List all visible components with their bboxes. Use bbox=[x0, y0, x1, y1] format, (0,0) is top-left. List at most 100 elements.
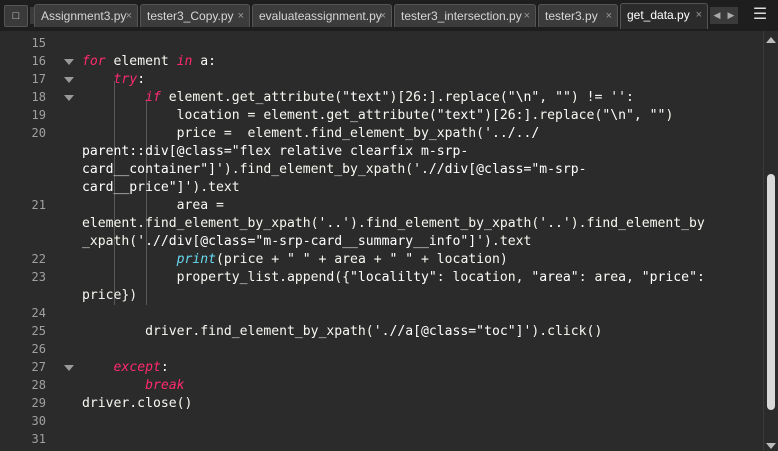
code-editor[interactable]: 15 16 17 18 19 20 21 22 23 24 25 26 27 2… bbox=[0, 31, 778, 451]
code-text: , bbox=[539, 90, 556, 105]
code-text: : bbox=[137, 72, 146, 87]
code-text: + area + bbox=[310, 252, 390, 267]
keyword: for bbox=[82, 54, 106, 69]
code-text: property_list.append({ bbox=[176, 270, 351, 285]
tab-tester3-copy[interactable]: tester3_Copy.py × bbox=[140, 4, 250, 27]
code-text: element bbox=[105, 54, 177, 69]
code-text: : location, bbox=[436, 270, 532, 285]
keyword: except bbox=[113, 360, 161, 375]
builtin-function: print bbox=[176, 252, 217, 267]
code-line: if element.get_attribute("text")[26:].re… bbox=[82, 89, 634, 107]
close-icon[interactable]: × bbox=[606, 5, 612, 27]
string-literal: './/div[@class="m-srp- bbox=[413, 162, 587, 177]
string-literal: "area" bbox=[531, 270, 579, 285]
code-text: area = bbox=[176, 198, 224, 213]
code-line: try: bbox=[82, 71, 146, 89]
code-line: location = element.get_attribute("text")… bbox=[82, 107, 674, 125]
code-text: )[26:].replace( bbox=[389, 90, 508, 105]
code-line: price = element.find_element_by_xpath('.… bbox=[82, 125, 540, 143]
tab-assignment3[interactable]: Assignment3.py × bbox=[34, 4, 138, 27]
code-text: ) != '': bbox=[570, 90, 634, 105]
close-icon[interactable]: × bbox=[380, 5, 386, 27]
close-icon[interactable]: × bbox=[126, 5, 132, 27]
tab-tester3-intersection[interactable]: tester3_intersection.py × bbox=[394, 4, 536, 27]
code-text: element.get_attribute( bbox=[160, 90, 343, 105]
code-line: except: bbox=[82, 359, 169, 377]
code-text: , bbox=[633, 108, 650, 123]
string-literal: card__container"]' bbox=[82, 162, 224, 177]
string-literal: "" bbox=[649, 108, 666, 123]
code-line: for element in a: bbox=[82, 53, 216, 71]
code-text: ).text bbox=[484, 234, 532, 249]
window-icon[interactable]: □ bbox=[4, 5, 28, 27]
scroll-up-arrow-icon[interactable] bbox=[766, 37, 776, 43]
tab-tester3[interactable]: tester3.py × bbox=[538, 4, 618, 27]
string-literal: "text" bbox=[342, 90, 390, 105]
keyword: in bbox=[176, 54, 193, 69]
code-text: driver.find_element_by_xpath( bbox=[145, 324, 374, 339]
string-literal: " " bbox=[389, 252, 414, 267]
code-text: ).find_element_by bbox=[570, 216, 705, 231]
string-literal: '..' bbox=[318, 216, 351, 231]
code-line: card__price"]').text bbox=[82, 179, 240, 197]
string-literal: card__price"]' bbox=[82, 180, 193, 195]
code-text: ).text bbox=[192, 180, 240, 195]
code-line: print(price + " " + area + " " + locatio… bbox=[82, 251, 508, 269]
code-text: driver.close() bbox=[82, 396, 193, 411]
tab-evaluateassignment[interactable]: evaluateassignment.py × bbox=[252, 4, 392, 27]
string-literal: "text" bbox=[436, 108, 485, 123]
code-text: : bbox=[160, 360, 169, 375]
code-text: price = element.find_element_by_xpath( bbox=[176, 126, 485, 141]
tab-label: tester3_intersection.py bbox=[401, 9, 522, 23]
string-literal: parent::div[@class="flex relative clearf… bbox=[82, 144, 469, 159]
keyword: if bbox=[145, 90, 161, 105]
code-text: a: bbox=[192, 54, 217, 69]
scroll-down-arrow-icon[interactable] bbox=[766, 443, 776, 449]
code-line: driver.find_element_by_xpath('.//a[@clas… bbox=[82, 323, 602, 341]
scrollbar-thumb[interactable] bbox=[767, 174, 775, 410]
tab-get-data[interactable]: get_data.py × bbox=[620, 3, 708, 29]
code-text: _xpath( bbox=[82, 234, 138, 249]
string-literal: "localilty" bbox=[350, 270, 437, 285]
scrollbar-track bbox=[763, 31, 764, 451]
code-text: )[26:].replace( bbox=[484, 108, 603, 123]
code-text: location = element.get_attribute( bbox=[176, 108, 437, 123]
code-line: price}) bbox=[82, 287, 137, 305]
code-text: ).click() bbox=[531, 324, 603, 339]
code-area[interactable]: for element in a: try: if element.get_at… bbox=[0, 31, 740, 451]
close-icon[interactable]: × bbox=[696, 4, 702, 27]
code-text: element.find_element_by_xpath( bbox=[82, 216, 319, 231]
close-icon[interactable]: × bbox=[524, 5, 530, 27]
tab-bar: □ ◀ Assignment3.py× tester3_Copy.py× eva… bbox=[0, 0, 778, 31]
tab-scroll-right-icon[interactable]: ▶ bbox=[724, 7, 738, 24]
code-text: price}) bbox=[82, 288, 138, 303]
close-icon[interactable]: × bbox=[238, 5, 244, 27]
vertical-scrollbar[interactable] bbox=[751, 31, 778, 451]
code-text: ) bbox=[665, 108, 674, 123]
code-text: (price + bbox=[216, 252, 287, 267]
tab-scroll-left-icon[interactable]: ◀ bbox=[710, 7, 724, 24]
tab-label: evaluateassignment.py bbox=[259, 9, 382, 23]
menu-icon[interactable]: ☰ bbox=[750, 6, 770, 24]
tab-label: Assignment3.py bbox=[41, 9, 127, 23]
string-literal: './/div[@class="m-srp-card__summary__inf… bbox=[137, 234, 485, 249]
code-line: parent::div[@class="flex relative clearf… bbox=[82, 143, 468, 161]
string-literal: "\n" bbox=[507, 90, 540, 105]
string-literal: "price" bbox=[641, 270, 697, 285]
tab-label: tester3.py bbox=[545, 9, 598, 23]
code-line: break bbox=[82, 377, 185, 395]
code-line: _xpath('.//div[@class="m-srp-card__summa… bbox=[82, 233, 531, 251]
string-literal: " " bbox=[286, 252, 311, 267]
code-line: card__container"]').find_element_by_xpat… bbox=[82, 161, 587, 179]
code-line: element.find_element_by_xpath('..').find… bbox=[82, 215, 705, 233]
tab-label: tester3_Copy.py bbox=[147, 9, 234, 23]
keyword: try bbox=[113, 72, 138, 87]
keyword: break bbox=[145, 378, 185, 393]
code-text: : bbox=[696, 270, 705, 285]
tab-label: get_data.py bbox=[627, 8, 690, 22]
string-literal: '..' bbox=[539, 216, 571, 231]
code-text: ).find_element_by_xpath( bbox=[350, 216, 540, 231]
code-line: property_list.append({"localilty": locat… bbox=[82, 269, 705, 287]
string-literal: "\n" bbox=[602, 108, 634, 123]
code-line: area = bbox=[82, 197, 224, 215]
